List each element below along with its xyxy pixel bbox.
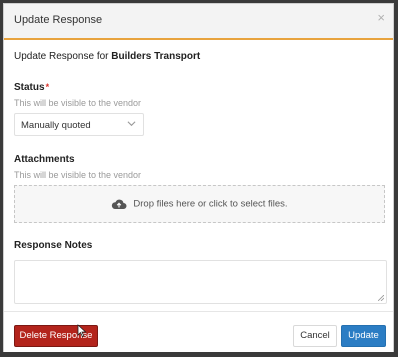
modal-header: Update Response × [4,4,393,40]
response-notes-textarea[interactable] [14,260,387,304]
dropzone-text: Drop files here or click to select files… [133,198,288,210]
status-help: This will be visible to the vendor [14,98,142,108]
chevron-down-icon [127,121,136,127]
modal-footer: Delete Response Cancel Update [4,311,393,352]
response-notes-label: Response Notes [14,240,93,251]
cancel-button[interactable]: Cancel [293,325,337,347]
attachments-help: This will be visible to the vendor [14,170,142,180]
resize-handle-icon[interactable] [378,295,384,301]
dropzone-content: Drop files here or click to select files… [15,198,384,210]
modal-title: Update Response [14,14,103,26]
status-label-text: Status [14,82,45,93]
vendor-name: Builders Transport [111,51,201,62]
update-response-modal: Update Response × Update Response for Bu… [3,3,394,352]
attachments-label: Attachments [14,154,75,165]
close-icon[interactable]: × [377,11,385,25]
subtitle-prefix: Update Response for [14,51,109,62]
cloud-upload-icon [112,199,127,209]
file-dropzone[interactable]: Drop files here or click to select files… [14,185,385,223]
required-marker: * [45,82,50,92]
mouse-cursor-icon [77,324,87,338]
update-button[interactable]: Update [341,325,386,347]
modal-subtitle: Update Response for Builders Transport [14,51,200,62]
status-select[interactable]: Manually quoted [14,113,144,136]
status-label: Status* [14,82,49,93]
status-selected-value: Manually quoted [21,120,91,131]
